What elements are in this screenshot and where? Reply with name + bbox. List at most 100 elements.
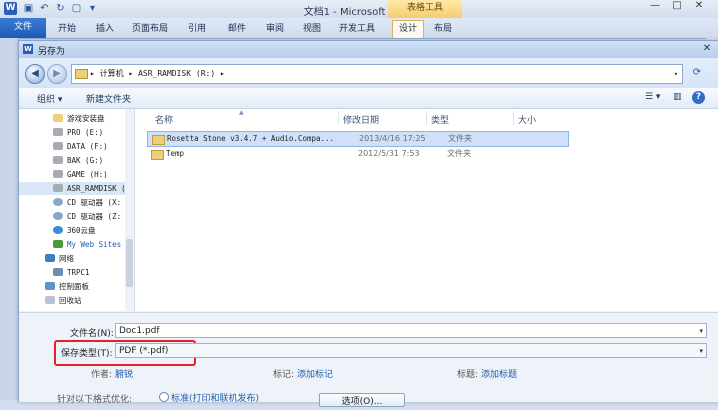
- web-icon: [53, 240, 63, 248]
- folder-icon: [152, 135, 165, 145]
- tab-review[interactable]: 审阅: [260, 21, 290, 38]
- help-icon[interactable]: ?: [692, 91, 705, 104]
- nav-item-network[interactable]: 网络: [19, 252, 125, 265]
- minimize-button[interactable]: —: [646, 0, 664, 12]
- tab-layout[interactable]: 布局: [428, 21, 458, 38]
- savetype-select[interactable]: PDF (*.pdf) ▾: [115, 343, 707, 358]
- options-button[interactable]: 选项(O)...: [319, 393, 405, 407]
- nav-scrollbar[interactable]: [125, 109, 134, 311]
- column-header-name[interactable]: 名称: [155, 113, 173, 126]
- nav-item-drive-f[interactable]: DATA (F:): [19, 140, 125, 153]
- address-dropdown-icon[interactable]: ▾: [674, 65, 678, 83]
- savetype-value: PDF (*.pdf): [119, 346, 169, 356]
- file-row[interactable]: Temp 2012/5/31 7:53 文件夹: [147, 147, 567, 161]
- organize-button[interactable]: 组织 ▾: [37, 92, 62, 105]
- tab-developer[interactable]: 开发工具: [335, 21, 379, 38]
- dialog-titlebar: W 另存为 ✕: [19, 41, 718, 58]
- tab-page-layout[interactable]: 页面布局: [128, 21, 172, 38]
- save-as-dialog: W 另存为 ✕ ◀ ▶ ▸ 计算机 ▸ ASR_RAMDISK (R:) ▸ ▾…: [18, 40, 718, 407]
- save-form: 文件名(N): Doc1.pdf ▾ 保存类型(T): PDF (*.pdf) …: [19, 312, 718, 407]
- view-options-icon[interactable]: ☰ ▾: [645, 92, 660, 102]
- forward-button[interactable]: ▶: [47, 64, 67, 84]
- refresh-icon[interactable]: ⟳: [687, 65, 707, 81]
- address-row: ◀ ▶ ▸ 计算机 ▸ ASR_RAMDISK (R:) ▸ ▾ ⟳: [19, 58, 718, 88]
- back-button[interactable]: ◀: [25, 64, 45, 84]
- drive-icon: [53, 142, 63, 150]
- tab-home[interactable]: 开始: [52, 21, 82, 38]
- file-row[interactable]: Rosetta Stone v3.4.7 + Audio.Compa... 20…: [147, 131, 569, 147]
- tab-mailings[interactable]: 邮件: [222, 21, 252, 38]
- tab-references[interactable]: 引用: [182, 21, 212, 38]
- filename-value: Doc1.pdf: [119, 326, 160, 336]
- computer-icon: [53, 268, 63, 276]
- author-label: 作者:: [91, 370, 113, 380]
- cd-icon: [53, 198, 63, 206]
- nav-scroll-thumb[interactable]: [126, 239, 133, 287]
- navigation-pane: 游戏安装盘 PRO (E:) DATA (F:) BAK (G:) GAME (…: [19, 109, 135, 311]
- cloud-icon: [53, 226, 63, 234]
- nav-item-game-install[interactable]: 游戏安装盘: [19, 112, 125, 125]
- nav-item-recycle-bin[interactable]: 回收站: [19, 294, 125, 307]
- new-folder-button[interactable]: 新建文件夹: [86, 92, 131, 105]
- dialog-close-icon[interactable]: ✕: [699, 43, 715, 55]
- file-list: ▲ 名称 修改日期 类型 大小 Rosetta Stone v3.4.7 + A…: [135, 109, 718, 311]
- savetype-label: 保存类型(T):: [61, 349, 113, 359]
- file-type: 文件夹: [448, 134, 472, 143]
- nav-item-cd-z[interactable]: CD 驱动器 (Z:: [19, 210, 125, 223]
- column-header-date[interactable]: 修改日期: [343, 113, 379, 126]
- file-date: 2012/5/31 7:53: [358, 149, 420, 158]
- cd-icon: [53, 212, 63, 220]
- nav-item-cd-x[interactable]: CD 驱动器 (X:: [19, 196, 125, 209]
- title-value[interactable]: 添加标题: [481, 367, 517, 380]
- drive-icon: [53, 128, 63, 136]
- file-type: 文件夹: [447, 149, 471, 158]
- nav-item-drive-e[interactable]: PRO (E:): [19, 126, 125, 139]
- column-header-size[interactable]: 大小: [518, 113, 536, 126]
- tab-design[interactable]: 设计: [392, 20, 424, 38]
- tags-value[interactable]: 添加标记: [297, 367, 333, 380]
- dialog-title: 另存为: [38, 47, 66, 57]
- nav-item-360-cloud[interactable]: 360云盘: [19, 224, 125, 237]
- close-window-button[interactable]: ✕: [690, 0, 708, 12]
- optimize-label: 针对以下格式优化:: [57, 395, 133, 405]
- file-date: 2013/4/16 17:25: [359, 134, 426, 143]
- nav-item-control-panel[interactable]: 控制面板: [19, 280, 125, 293]
- file-name: Rosetta Stone v3.4.7 + Audio.Compa...: [167, 134, 335, 143]
- drive-icon: [53, 170, 63, 178]
- nav-item-drive-g[interactable]: BAK (G:): [19, 154, 125, 167]
- window-title: 文档1 - Microsoft Word: [303, 7, 415, 18]
- nav-item-trpc1[interactable]: TRPC1: [19, 266, 125, 279]
- drive-icon: [53, 184, 63, 192]
- column-divider[interactable]: [513, 111, 514, 125]
- address-bar[interactable]: ▸ 计算机 ▸ ASR_RAMDISK (R:) ▸ ▾: [71, 64, 683, 84]
- tab-file[interactable]: 文件: [0, 18, 46, 38]
- address-path[interactable]: ▸ 计算机 ▸ ASR_RAMDISK (R:) ▸: [90, 65, 225, 83]
- standard-radio-label[interactable]: 标准(打印和联机发布): [171, 391, 259, 404]
- author-value[interactable]: 腑锐: [115, 367, 133, 380]
- folder-icon: [53, 114, 63, 122]
- nav-item-drive-h[interactable]: GAME (H:): [19, 168, 125, 181]
- filename-input[interactable]: Doc1.pdf ▾: [115, 323, 707, 338]
- folder-icon: [75, 69, 88, 79]
- tab-view[interactable]: 视图: [297, 21, 327, 38]
- recycle-bin-icon: [45, 296, 55, 304]
- tab-insert[interactable]: 插入: [90, 21, 120, 38]
- sort-caret-icon: ▲: [239, 109, 244, 116]
- column-divider[interactable]: [426, 111, 427, 125]
- standard-radio[interactable]: [159, 392, 169, 402]
- title-label: 标题:: [457, 370, 479, 380]
- document-left-ruler: [0, 38, 19, 400]
- word-titlebar: W ▣ ↶ ↻ ▢ ▾ 文档1 - Microsoft Word 表格工具 — …: [0, 0, 718, 20]
- column-divider[interactable]: [338, 111, 339, 125]
- nav-item-web-sites[interactable]: My Web Sites: [19, 238, 125, 251]
- filename-dropdown-icon[interactable]: ▾: [699, 324, 703, 339]
- column-header-type[interactable]: 类型: [431, 113, 449, 126]
- preview-pane-icon[interactable]: ▥: [673, 92, 682, 102]
- maximize-button[interactable]: □: [668, 0, 686, 12]
- word-icon: W: [23, 44, 33, 54]
- network-icon: [45, 254, 55, 262]
- savetype-dropdown-icon[interactable]: ▾: [699, 344, 703, 359]
- nav-item-ramdisk[interactable]: ASR_RAMDISK (: [19, 182, 126, 195]
- filename-label: 文件名(N):: [70, 329, 114, 339]
- file-name: Temp: [166, 149, 185, 158]
